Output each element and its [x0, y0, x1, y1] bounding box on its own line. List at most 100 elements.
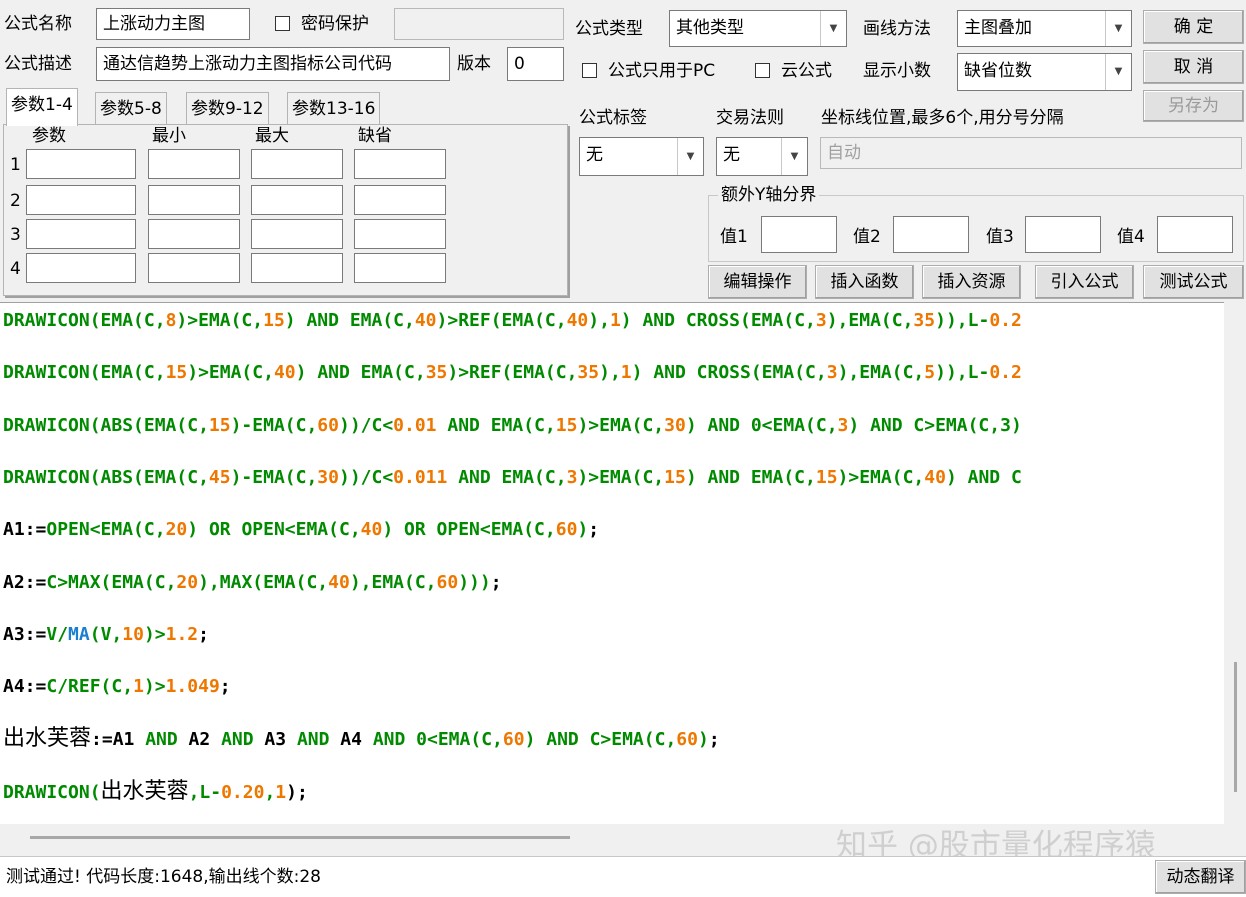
chevron-down-icon[interactable]: ▼ [781, 138, 807, 175]
scrollbar-thumb[interactable] [1234, 662, 1237, 792]
draw-method-select[interactable]: 主图叠加 ▼ [957, 10, 1132, 47]
dynamic-translate-button[interactable]: 动态翻译 [1155, 860, 1246, 894]
code-token: ; [219, 676, 231, 698]
param-1-min[interactable] [148, 149, 240, 179]
version-input[interactable]: 0 [507, 47, 564, 81]
tab-params-5-8[interactable]: 参数5-8 [95, 92, 167, 124]
param-2-min[interactable] [148, 185, 240, 215]
param-2-default[interactable] [354, 185, 446, 215]
formula-name-input[interactable]: 上涨动力主图 [96, 8, 250, 40]
value-2-input[interactable] [893, 216, 969, 253]
value-3-input[interactable] [1025, 216, 1101, 253]
code-line[interactable]: DRAWICON(EMA(C,8)>EMA(C,15) AND EMA(C,40… [3, 309, 1022, 333]
edit-operation-button[interactable]: 编辑操作 [708, 265, 807, 299]
tab-params-9-12[interactable]: 参数9-12 [186, 92, 269, 124]
value-3-label: 值3 [986, 227, 1014, 247]
code-token: ; [588, 519, 600, 541]
ok-button[interactable]: 确 定 [1143, 10, 1244, 44]
param-header-max: 最大 [255, 126, 289, 146]
value-1-label: 值1 [720, 227, 748, 247]
cancel-button[interactable]: 取 消 [1143, 50, 1244, 84]
code-token: AND [221, 729, 254, 751]
value-4-input[interactable] [1157, 216, 1233, 253]
code-token: ) [577, 519, 589, 541]
value-2-label: 值2 [853, 227, 881, 247]
code-token: AND [296, 729, 330, 751]
param-2-name[interactable] [26, 185, 136, 215]
code-token: 15 [664, 466, 686, 488]
code-token: AND [145, 729, 178, 751]
param-2-max[interactable] [251, 185, 343, 215]
tab-params-13-16[interactable]: 参数13-16 [287, 92, 381, 124]
param-3-max[interactable] [251, 219, 343, 249]
code-token: ; [198, 623, 209, 645]
import-formula-button[interactable]: 引入公式 [1035, 265, 1134, 299]
code-token: ) AND C>EMA(C,3) [848, 414, 1022, 436]
value-1-input[interactable] [761, 216, 837, 253]
coord-lines-input[interactable]: 自动 [820, 137, 1242, 169]
code-token: )-EMA(C, [230, 466, 318, 488]
trade-rule-select[interactable]: 无 ▼ [716, 137, 808, 176]
scrollbar-thumb[interactable] [30, 836, 570, 839]
tab-params-1-4[interactable]: 参数1-4 [6, 88, 78, 126]
code-token: 60 [436, 571, 459, 593]
param-4-min[interactable] [148, 253, 240, 283]
code-token: DRAWICON(ABS(EMA(C, [3, 466, 209, 488]
param-4-default[interactable] [354, 253, 446, 283]
code-line[interactable]: A3:=V/MA(V,10)>1.2; [3, 623, 209, 647]
code-line[interactable]: DRAWICON(ABS(EMA(C,45)-EMA(C,30))/C<0.01… [3, 466, 1022, 490]
code-line[interactable]: A2:=C>MAX(EMA(C,20),MAX(EMA(C,40),EMA(C,… [3, 571, 502, 595]
save-as-button[interactable]: 另存为 [1143, 90, 1244, 122]
param-1-name[interactable] [26, 149, 136, 179]
code-line[interactable]: DRAWICON(出水芙蓉,L-0.20,1); [3, 779, 308, 805]
formula-desc-input[interactable]: 通达信趋势上涨动力主图指标公司代码 [96, 47, 450, 81]
chevron-down-icon[interactable]: ▼ [820, 11, 846, 46]
insert-function-button[interactable]: 插入函数 [815, 265, 914, 299]
param-3-default[interactable] [354, 219, 446, 249]
insert-resource-button[interactable]: 插入资源 [922, 265, 1021, 299]
param-4-max[interactable] [251, 253, 343, 283]
code-token: 20 [176, 571, 199, 593]
code-token: 15 [165, 362, 188, 384]
code-line[interactable]: 出水芙蓉:=A1 AND A2 AND A3 AND A4 AND 0<EMA(… [3, 727, 720, 752]
pc-only-checkbox[interactable] [582, 63, 597, 78]
code-token: ,L- [956, 362, 990, 384]
cloud-formula-checkbox[interactable] [755, 63, 770, 78]
status-message: 测试通过! 代码长度:1648,输出线个数:28 [6, 867, 321, 887]
formula-type-select[interactable]: 其他类型 ▼ [669, 10, 847, 47]
code-line[interactable]: A1:=OPEN<EMA(C,20) OR OPEN<EMA(C,40) OR … [3, 518, 599, 542]
code-token: C>MAX(EMA(C, [46, 571, 177, 593]
vertical-scrollbar[interactable] [1224, 302, 1246, 824]
status-bar: 测试通过! 代码长度:1648,输出线个数:28 [0, 856, 1246, 897]
code-token: ) AND EMA(C, [284, 310, 415, 331]
code-token: )>EMA(C, [577, 466, 665, 488]
param-1-max[interactable] [251, 149, 343, 179]
code-token: ) AND EMA(C, [685, 466, 816, 488]
code-token: , [264, 781, 276, 803]
code-token: ))/C< [338, 414, 394, 436]
code-editor[interactable]: DRAWICON(EMA(C,8)>EMA(C,15) AND EMA(C,40… [0, 302, 1224, 824]
formula-tag-select[interactable]: 无 ▼ [579, 137, 704, 176]
chevron-down-icon[interactable]: ▼ [677, 138, 703, 175]
decimals-select[interactable]: 缺省位数 ▼ [957, 53, 1132, 91]
password-label: 密码保护 [301, 14, 369, 34]
code-line[interactable]: DRAWICON(EMA(C,15)>EMA(C,40) AND EMA(C,3… [3, 361, 1022, 385]
param-3-name[interactable] [26, 219, 136, 249]
code-token: )>EMA(C, [577, 414, 665, 436]
chevron-down-icon[interactable]: ▼ [1105, 11, 1131, 46]
code-line[interactable]: DRAWICON(ABS(EMA(C,15)-EMA(C,60))/C<0.01… [3, 414, 1022, 438]
test-formula-button[interactable]: 测试公式 [1143, 265, 1244, 299]
code-token: A3 [253, 729, 297, 751]
code-token: 60 [502, 729, 525, 751]
param-3-min[interactable] [148, 219, 240, 249]
draw-method-value: 主图叠加 [964, 18, 1032, 38]
password-checkbox[interactable] [275, 16, 290, 31]
code-token: 35 [913, 310, 936, 331]
code-line[interactable]: A4:=C/REF(C,1)>1.049; [3, 675, 231, 699]
formula-desc-label: 公式描述 [4, 54, 72, 74]
param-1-default[interactable] [354, 149, 446, 179]
chevron-down-icon[interactable]: ▼ [1105, 54, 1131, 90]
code-token: 8 [165, 310, 177, 331]
param-4-name[interactable] [26, 253, 136, 283]
password-input[interactable] [394, 8, 564, 40]
